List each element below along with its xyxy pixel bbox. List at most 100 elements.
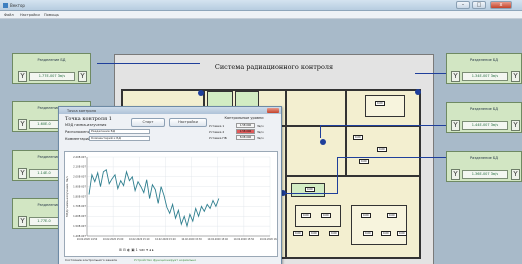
x-tick-label: 10.02.2020 15:20 bbox=[155, 238, 176, 241]
plan-wall bbox=[345, 89, 347, 175]
menu-bar: Файл Настройки Помощь bbox=[0, 11, 522, 19]
room-label: 0.00 bbox=[309, 231, 319, 236]
sensor-location-pin[interactable] bbox=[415, 89, 421, 95]
y-tick-label: 1.50E-007 bbox=[73, 224, 86, 228]
sensor-value: 1.14Е-0 bbox=[29, 169, 59, 178]
sensor-connector-line bbox=[337, 157, 446, 158]
x-tick-label: 10.02.2020 14:50 bbox=[77, 238, 98, 241]
room-label: 0.00 bbox=[377, 147, 387, 152]
sensor-panel-right-3[interactable]: Разделение БД Y 1.36Е-007 Зв/ч Y bbox=[446, 151, 522, 182]
plan-title: Система радиационного контроля bbox=[214, 63, 334, 71]
sensor-value: 1.36Е-007 Зв/ч bbox=[462, 170, 508, 179]
threshold-value: 1.5Е-006 bbox=[236, 123, 255, 128]
menu-item-help[interactable]: Помощь bbox=[44, 13, 59, 17]
window-titlebar: Вектор – □ x bbox=[0, 0, 522, 11]
plan-room-green bbox=[235, 91, 259, 107]
room-label: 0.00 bbox=[353, 135, 363, 140]
close-button[interactable]: x bbox=[490, 1, 512, 9]
plan-wall bbox=[285, 175, 421, 177]
threshold-name: Уставка 2 bbox=[209, 130, 225, 134]
settings-button[interactable]: Настройки bbox=[169, 118, 207, 127]
menu-item-file[interactable]: Файл bbox=[4, 13, 14, 17]
threshold-name: Уставка ПБ bbox=[209, 136, 227, 140]
comment-field[interactable]: Комментарий к БД bbox=[89, 136, 150, 141]
channel-state-value: Устройство функционирует нормально bbox=[134, 258, 197, 262]
antenna-icon: Y bbox=[511, 71, 520, 82]
thresholds-title: Контрольные уровни bbox=[224, 116, 264, 120]
sensor-connector-line bbox=[320, 125, 446, 126]
dialog-close-button[interactable] bbox=[267, 108, 279, 113]
sensor-panel-left-1[interactable]: Разделение БД Y 1.77Е-007 Зв/ч Y bbox=[12, 53, 91, 84]
sensor-connector-line bbox=[415, 73, 446, 74]
x-tick-label: 10.02.2020 15:50 bbox=[234, 238, 255, 241]
room-label: 0.00 bbox=[293, 231, 303, 236]
y-tick-label: 2.00E-007 bbox=[73, 175, 86, 179]
plan-room-green bbox=[207, 91, 233, 107]
antenna-icon: Y bbox=[18, 119, 27, 130]
sensor-value: 1.77Е-0 bbox=[29, 217, 59, 226]
antenna-icon: Y bbox=[451, 120, 460, 131]
antenna-icon: Y bbox=[18, 216, 27, 227]
sensor-connector-line bbox=[282, 193, 338, 194]
location-field[interactable]: Разделение БД bbox=[89, 129, 150, 134]
sensor-title: Разделение БД bbox=[469, 107, 499, 111]
x-tick-label: 10.02.2020 15:00 bbox=[103, 238, 124, 241]
sensor-value: 1.77Е-007 Зв/ч bbox=[29, 72, 75, 81]
start-button-label: Старт bbox=[142, 120, 154, 124]
workspace: Система радиационного контроля 0.00 0.00… bbox=[0, 19, 522, 264]
y-axis-title: МЭД гамма-излучения, Зв/ч bbox=[65, 176, 69, 217]
room-label: 0.00 bbox=[301, 213, 311, 218]
field-label: Расположение bbox=[65, 130, 93, 134]
room-label: 0.00 bbox=[375, 101, 385, 106]
series-line bbox=[88, 169, 220, 228]
antenna-icon: Y bbox=[451, 71, 460, 82]
sensor-value: 1.34Е-007 Зв/ч bbox=[462, 72, 508, 81]
antenna-icon: Y bbox=[18, 71, 27, 82]
x-tick-label: 10.02.2020 15:10 bbox=[129, 238, 150, 241]
maximize-button[interactable]: □ bbox=[472, 1, 486, 9]
room-label: 0.00 bbox=[387, 213, 397, 218]
minimize-button[interactable]: – bbox=[456, 1, 470, 9]
x-tick-label: 10.02.2020 15:40 bbox=[207, 238, 228, 241]
sensor-location-pin[interactable] bbox=[320, 139, 326, 145]
room-label: 0.00 bbox=[363, 231, 373, 236]
plan-room bbox=[351, 205, 407, 245]
threshold-name: Уставка 1 bbox=[209, 124, 225, 128]
threshold-unit: Зв/ч bbox=[257, 124, 264, 128]
room-label: 0.00 bbox=[321, 213, 331, 218]
y-tick-label: 1.80E-007 bbox=[73, 194, 86, 198]
chart-toolbar[interactable]: ⊞ ⊟ ◐ ▣ 1 час ▾ ◂ ▸ bbox=[119, 248, 154, 252]
menu-item-settings[interactable]: Настройки bbox=[20, 13, 40, 17]
threshold-value: 1.5Е-006 bbox=[236, 129, 255, 134]
chart-canvas: 2.20E-007 2.10E-007 2.00E-007 1.90E-007 1.80… bbox=[65, 155, 281, 241]
sensor-value: 1.60Е-0 bbox=[29, 120, 59, 129]
antenna-icon: Y bbox=[18, 168, 27, 179]
settings-button-label: Настройки bbox=[178, 120, 198, 124]
threshold-unit: Зв/ч bbox=[257, 130, 264, 134]
antenna-icon: Y bbox=[511, 169, 520, 180]
plan-wall bbox=[285, 89, 287, 259]
y-tick-label: 1.70E-007 bbox=[73, 204, 86, 208]
antenna-icon: Y bbox=[451, 169, 460, 180]
dose-rate-chart[interactable]: 2.20E-007 2.10E-007 2.00E-007 1.90E-007 1.80… bbox=[64, 151, 281, 257]
field-label: МЭД гамма-излучения bbox=[65, 123, 107, 127]
field-label: Комментарий bbox=[65, 137, 91, 141]
sensor-panel-right-1[interactable]: Разделение БД Y 1.34Е-007 Зв/ч Y bbox=[446, 53, 522, 84]
dialog-title: Точка контроля bbox=[67, 108, 97, 113]
sensor-value: 1.44Е-007 Зв/ч bbox=[462, 121, 508, 130]
threshold-value: 8.0Е-006 bbox=[236, 135, 255, 140]
room-label: 0.00 bbox=[359, 159, 369, 164]
y-tick-label: 1.60E-007 bbox=[73, 214, 86, 218]
room-label: 0.00 bbox=[361, 213, 371, 218]
control-point-dialog: Точка контроля Точка контроля 1 МЭД гамм… bbox=[58, 106, 282, 264]
window-title: Вектор bbox=[10, 3, 25, 8]
plan-room bbox=[365, 95, 405, 117]
sensor-connector-line bbox=[337, 157, 338, 193]
sensor-panel-right-2[interactable]: Разделение БД Y 1.44Е-007 Зв/ч Y bbox=[446, 102, 522, 133]
start-button[interactable]: Старт bbox=[131, 118, 165, 127]
sensor-location-pin[interactable] bbox=[198, 90, 204, 96]
sensor-title: Разделение БД bbox=[469, 156, 499, 160]
y-tick-label: 2.20E-007 bbox=[73, 155, 86, 159]
antenna-icon: Y bbox=[511, 120, 520, 131]
threshold-unit: Зв/ч bbox=[257, 136, 264, 140]
